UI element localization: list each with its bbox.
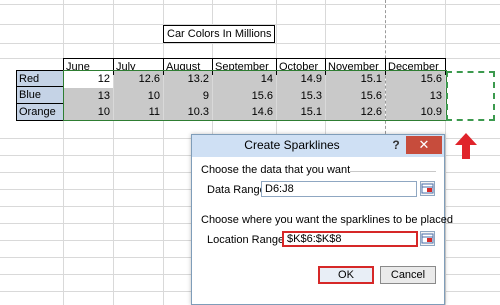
data-cell[interactable]: 13 [64, 88, 113, 105]
data-cell[interactable]: 12 [64, 71, 113, 88]
sheet-title-cell[interactable]: Car Colors In Millions [163, 25, 275, 43]
data-cell[interactable]: 13.2 [164, 71, 212, 88]
data-range-input[interactable]: D6:J8 [261, 181, 417, 197]
data-cell[interactable]: 15.6 [326, 88, 385, 105]
location-range-input[interactable]: $K$6:$K$8 [282, 231, 418, 247]
data-cell[interactable]: 15.1 [277, 104, 325, 121]
data-section-label: Choose the data that you want [201, 164, 351, 176]
data-cell[interactable]: 10 [114, 88, 163, 105]
row-label-red[interactable]: Red [16, 70, 64, 87]
data-cell[interactable]: 9 [164, 88, 212, 105]
grid-line [445, 0, 446, 305]
red-up-arrow-icon [455, 133, 477, 159]
cancel-button[interactable]: Cancel [380, 266, 436, 284]
row-label-orange[interactable]: Orange [16, 104, 64, 121]
help-button[interactable]: ? [389, 138, 403, 154]
data-cell[interactable]: 14.6 [213, 104, 276, 121]
section-divider [350, 171, 436, 172]
data-cell[interactable]: 13 [386, 88, 445, 105]
ok-button[interactable]: OK [318, 266, 374, 284]
data-cell[interactable]: 15.3 [277, 88, 325, 105]
location-range-label: Location Range: [207, 234, 288, 246]
location-section-label: Choose where you want the sparklines to … [201, 214, 453, 226]
close-button[interactable]: ✕ [406, 136, 442, 154]
grid-line [0, 43, 500, 44]
data-range-picker-icon[interactable] [420, 181, 435, 196]
create-sparklines-dialog: Create Sparklines ? ✕ Choose the data th… [191, 134, 453, 305]
data-cell[interactable]: 10.3 [164, 104, 212, 121]
data-cell[interactable]: 10 [64, 104, 113, 121]
dialog-body: Choose the data that you want Data Range… [198, 159, 453, 299]
grid-line [113, 0, 114, 305]
data-cell[interactable]: 11 [114, 104, 163, 121]
row-label-blue[interactable]: Blue [16, 87, 64, 104]
data-cell[interactable]: 14.9 [277, 71, 325, 88]
data-cell[interactable]: 10.9 [386, 104, 445, 121]
grid-line [0, 4, 500, 5]
dialog-titlebar[interactable]: Create Sparklines ? ✕ [192, 135, 444, 157]
data-cell[interactable]: 12.6 [114, 71, 163, 88]
data-cell[interactable]: 14 [213, 71, 276, 88]
data-cell[interactable]: 15.6 [386, 71, 445, 88]
data-cell[interactable]: 15.1 [326, 71, 385, 88]
location-range-picker-icon[interactable] [420, 231, 435, 246]
grid-line [63, 0, 64, 305]
data-cell[interactable]: 12.6 [326, 104, 385, 121]
dialog-title: Create Sparklines [244, 138, 340, 152]
location-range-marquee[interactable] [446, 71, 495, 121]
data-range-label: Data Range: [207, 184, 269, 196]
data-cell[interactable]: 15.6 [213, 88, 276, 105]
grid-line [163, 0, 164, 305]
